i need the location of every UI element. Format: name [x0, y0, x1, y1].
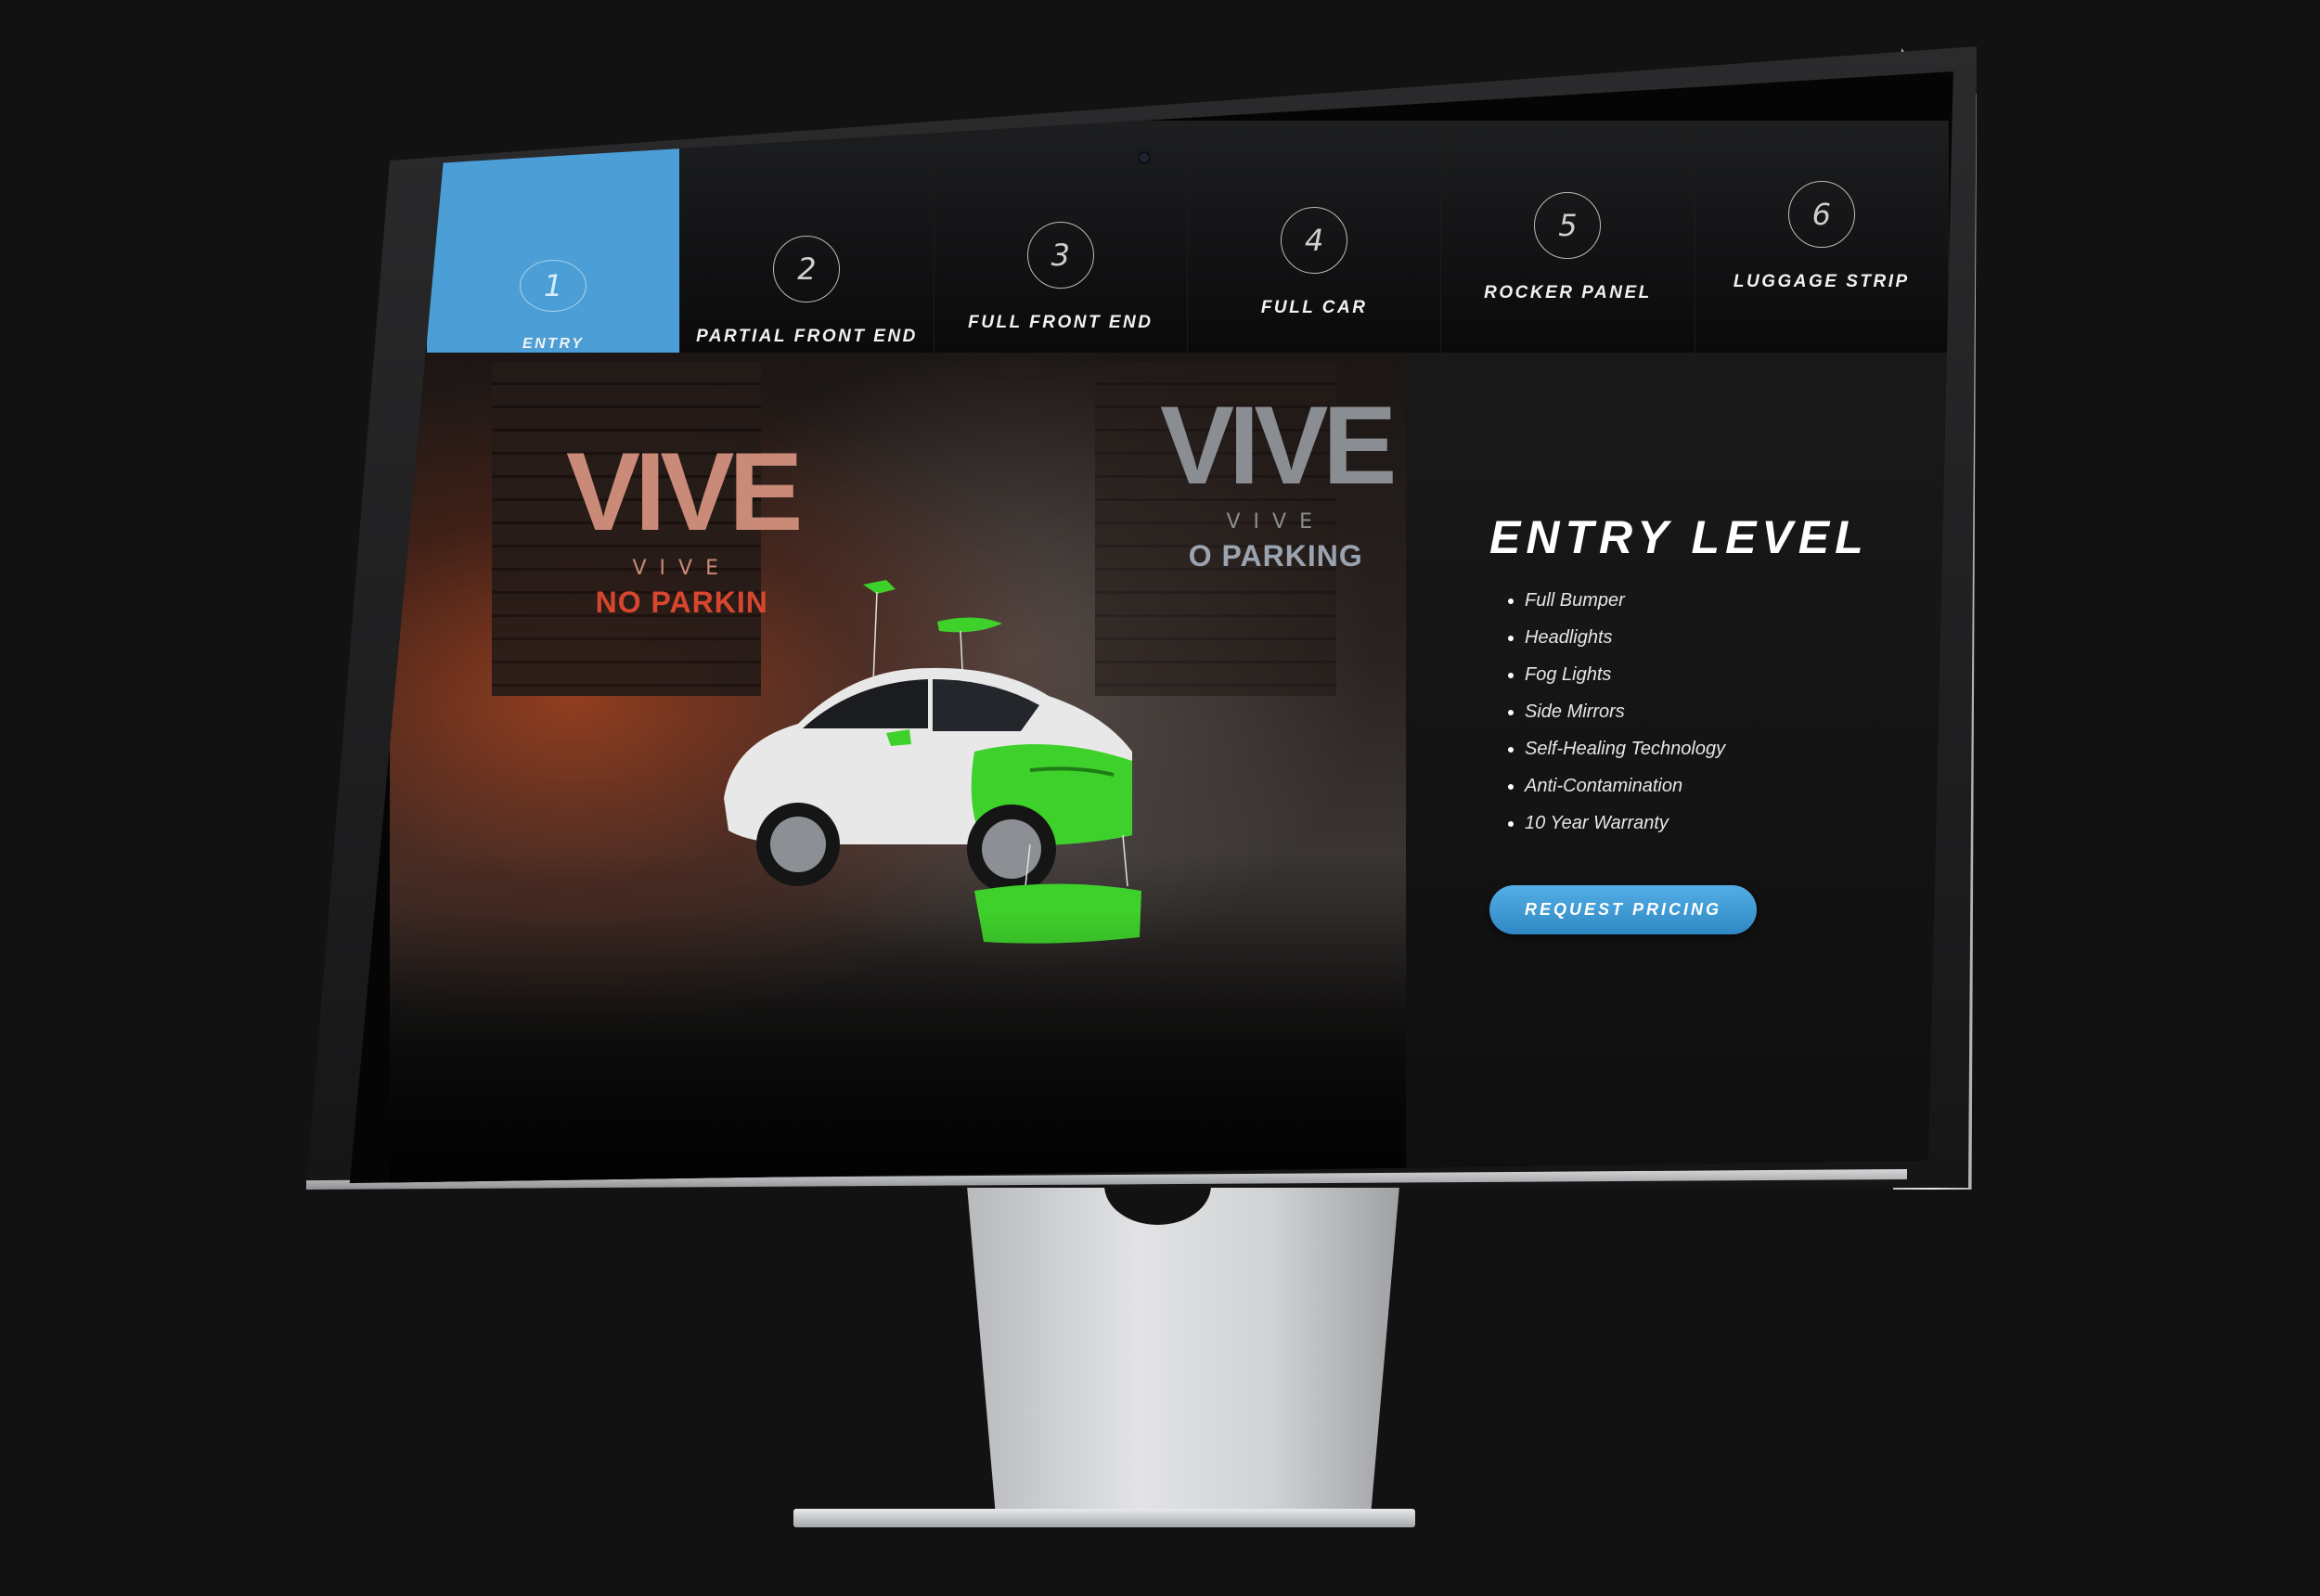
monitor-screen: 1 Entry 2 Partial Front End 3 Full Front… [349, 71, 1953, 1184]
tab-number-circle: 5 [1534, 192, 1602, 259]
car-illustration [724, 580, 1141, 944]
monitor-stand-base [793, 1509, 1415, 1527]
camera-icon [1138, 151, 1151, 164]
tab-label: Rocker Panel [1484, 283, 1652, 302]
list-item: Headlights [1508, 627, 1953, 649]
tab-number-circle: 6 [1787, 181, 1855, 248]
tab-label: Full Car [1260, 298, 1368, 317]
list-item: Anti-Contamination [1508, 776, 1953, 797]
hero-car-image: VIVE VIVE NO PARKIN VIVE VIVE O PARKING [390, 353, 1406, 1184]
feature-list: Full Bumper Headlights Fog Lights Side M… [1489, 590, 1953, 834]
tab-number-circle: 4 [1281, 207, 1348, 274]
vive-logo-glyph: VIVE [566, 430, 803, 554]
request-pricing-button[interactable]: Request Pricing [1489, 885, 1758, 934]
hero-shadow-overlay [390, 909, 1406, 1184]
tab-label: Partial Front End [696, 327, 918, 346]
package-tabs: 1 Entry 2 Partial Front End 3 Full Front… [427, 121, 1949, 353]
tab-full-car[interactable]: 4 Full Car [1187, 121, 1442, 353]
tab-label: Entry [522, 336, 585, 352]
tab-number-circle: 2 [773, 236, 841, 302]
list-item: Fog Lights [1508, 664, 1953, 686]
package-details-panel: ENTRY LEVEL Full Bumper Headlights Fog L… [1406, 353, 1953, 1184]
vive-logo-glyph: VIVE [1160, 383, 1397, 508]
tab-partial-front-end[interactable]: 2 Partial Front End [680, 121, 934, 353]
vive-logo-word: VIVE [1226, 510, 1325, 534]
package-title: ENTRY LEVEL [1489, 511, 1869, 563]
tab-luggage-strip[interactable]: 6 Luggage Strip [1695, 121, 1949, 353]
list-item: 10 Year Warranty [1508, 813, 1953, 834]
tab-rocker-panel[interactable]: 5 Rocker Panel [1441, 121, 1695, 353]
list-item: Self-Healing Technology [1508, 739, 1953, 760]
vive-logo-right: VIVE VIVE O PARKING [1160, 383, 1397, 573]
list-item: Side Mirrors [1508, 701, 1953, 723]
tab-number-circle: 3 [1026, 222, 1094, 289]
tab-label: Luggage Strip [1733, 272, 1910, 291]
tab-label: Full Front End [968, 313, 1154, 332]
list-item: Full Bumper [1508, 590, 1953, 611]
tab-number-circle: 1 [520, 260, 587, 312]
